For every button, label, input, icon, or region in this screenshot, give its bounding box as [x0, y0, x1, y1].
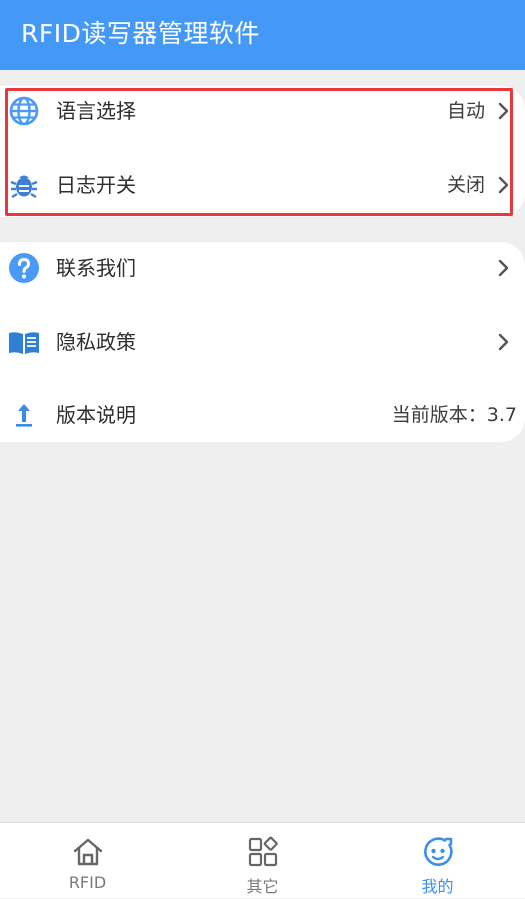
tab-rfid[interactable]: RFID — [0, 823, 175, 899]
face-icon — [421, 835, 455, 869]
chevron-right-icon — [497, 176, 511, 194]
home-icon — [71, 835, 105, 869]
app-header: RFID读写器管理软件 — [0, 0, 525, 70]
contact-us-row[interactable]: 联系我们 — [0, 239, 525, 297]
bug-icon — [8, 169, 40, 201]
book-icon — [8, 326, 40, 358]
chevron-right-icon — [497, 102, 511, 120]
version-value: 当前版本：3.7 — [391, 404, 517, 426]
help-icon — [8, 252, 40, 284]
tab-mine[interactable]: 我的 — [350, 823, 525, 899]
privacy-policy-row[interactable]: 隐私政策 — [0, 313, 525, 371]
log-switch-row[interactable]: 日志开关 关闭 — [0, 156, 525, 214]
tab-other[interactable]: 其它 — [175, 823, 350, 899]
chevron-right-icon — [497, 259, 511, 277]
tab-mine-label: 我的 — [421, 877, 454, 896]
chevron-right-icon — [497, 333, 511, 351]
language-label: 语言选择 — [56, 99, 136, 123]
globe-icon — [8, 95, 40, 127]
language-value: 自动 — [446, 100, 485, 122]
app-title: RFID读写器管理软件 — [21, 19, 260, 48]
version-label: 版本说明 — [56, 403, 136, 427]
log-switch-label: 日志开关 — [56, 173, 136, 197]
tab-rfid-label: RFID — [68, 873, 107, 892]
grid-icon — [246, 835, 280, 869]
version-row[interactable]: 版本说明 当前版本：3.7 — [0, 386, 525, 444]
bottom-tab-bar: RFID 其它 我的 — [0, 822, 525, 898]
upload-arrow-icon — [8, 399, 40, 431]
language-row[interactable]: 语言选择 自动 — [0, 82, 525, 140]
tab-other-label: 其它 — [246, 877, 279, 896]
log-switch-value: 关闭 — [446, 174, 485, 196]
privacy-policy-label: 隐私政策 — [56, 330, 136, 354]
contact-us-label: 联系我们 — [56, 256, 136, 280]
